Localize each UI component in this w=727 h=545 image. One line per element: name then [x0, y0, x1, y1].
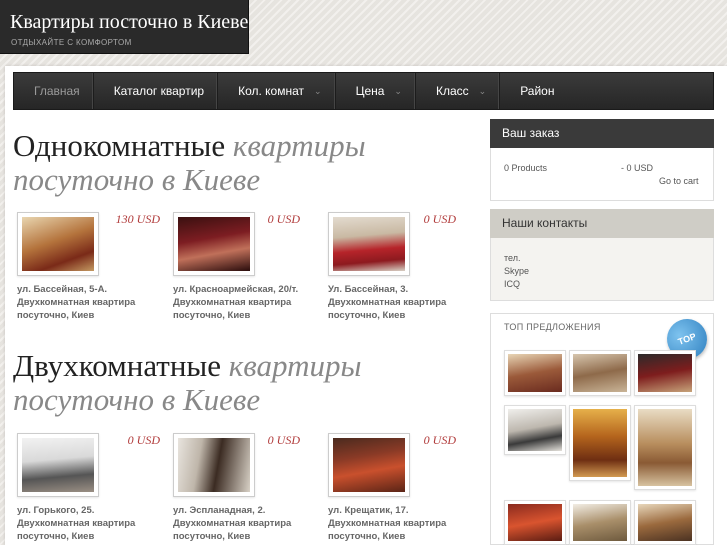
product-title[interactable]: ул. Эспланадная, 2. Двухкомнатная кварти… [173, 504, 323, 543]
chevron-down-icon: ⌄ [314, 85, 322, 96]
top-offer-thumbnail[interactable] [569, 350, 631, 396]
contacts-widget-title: Наши контакты [490, 209, 714, 238]
top-offer-thumbnail[interactable] [634, 405, 696, 490]
heading-plain: Двухкомнатные [13, 348, 222, 383]
nav-label: Главная [34, 84, 80, 98]
chevron-down-icon: ⌄ [478, 85, 487, 96]
product-price: 0 USD [127, 433, 160, 447]
nav-item-price[interactable]: Цена ⌄ [336, 73, 416, 109]
product-thumbnail[interactable] [328, 433, 410, 497]
heading-italic: квартиры [228, 348, 362, 383]
nav-item-home[interactable]: Главная [14, 73, 94, 109]
contact-skype: Skype [504, 266, 530, 276]
product-price: 0 USD [267, 433, 300, 447]
product-title[interactable]: ул. Горького, 25. Двухкомнатная квартира… [17, 504, 167, 543]
contact-icq: ICQ [504, 279, 521, 289]
product-price: 0 USD [423, 212, 456, 226]
heading-italic: квартиры [232, 128, 366, 163]
cart-total: - 0 USD [621, 163, 654, 173]
contact-phone: тел. [504, 253, 521, 263]
product-price: 0 USD [423, 433, 456, 447]
product-title[interactable]: Ул. Бассейная, 3. Двухкомнатная квартира… [328, 283, 478, 322]
main-nav: Главная Каталог квартир Кол. комнат ⌄ Цен… [13, 72, 714, 110]
cart-widget-title: Ваш заказ [490, 119, 714, 148]
top-offer-thumbnail[interactable] [504, 405, 566, 455]
product-thumbnail[interactable] [173, 212, 255, 276]
nav-item-rooms[interactable]: Кол. комнат ⌄ [218, 73, 336, 109]
cart-product-count: 0 Products [504, 163, 548, 173]
top-offer-thumbnail[interactable] [634, 350, 696, 396]
section-heading-two-room[interactable]: Двухкомнатные квартиры посуточно в Киеве [13, 349, 483, 417]
top-offer-thumbnail[interactable] [569, 500, 631, 545]
nav-label: Район [520, 84, 555, 98]
product-thumbnail[interactable] [173, 433, 255, 497]
site-logo[interactable]: Квартиры посточно в Киеве ОТДЫХАЙТЕ С КО… [0, 0, 249, 54]
nav-label: Кол. комнат [238, 84, 305, 98]
nav-item-catalog[interactable]: Каталог квартир [94, 73, 219, 109]
section-heading-one-room[interactable]: Однокомнатные квартиры посуточно в Киеве [13, 129, 483, 197]
go-to-cart-link[interactable]: Go to cart [659, 176, 699, 186]
nav-label: Класс [435, 84, 469, 98]
product-thumbnail[interactable] [17, 212, 99, 276]
top-offer-thumbnail[interactable] [504, 350, 566, 396]
product-title[interactable]: ул. Красноармейская, 20/т. Двухкомнатная… [173, 283, 323, 322]
top-offer-thumbnail[interactable] [504, 500, 566, 545]
heading-plain: Однокомнатные [13, 128, 226, 163]
product-title[interactable]: ул. Бассейная, 5-А. Двухкомнатная кварти… [17, 283, 167, 322]
product-price: 0 USD [267, 212, 300, 226]
product-title[interactable]: ул. Крещатик, 17. Двухкомнатная квартира… [328, 504, 478, 543]
top-offers-title: ТОП ПРЕДЛОЖЕНИЯ [504, 322, 601, 332]
product-price: 130 USD [115, 212, 160, 226]
chevron-down-icon: ⌄ [394, 85, 402, 96]
site-tagline: ОТДЫХАЙТЕ С КОМФОРТОМ [11, 38, 132, 47]
heading-italic: посуточно в Киеве [13, 382, 261, 417]
top-offer-thumbnail[interactable] [569, 405, 631, 481]
nav-item-class[interactable]: Класс ⌄ [416, 73, 501, 109]
nav-label: Каталог квартир [113, 84, 205, 98]
nav-label: Цена [355, 84, 385, 98]
cart-widget [490, 148, 714, 201]
site-title[interactable]: Квартиры посточно в Киеве [10, 11, 248, 34]
product-thumbnail[interactable] [328, 212, 410, 276]
heading-italic: посуточно в Киеве [13, 162, 261, 197]
top-offer-thumbnail[interactable] [634, 500, 696, 545]
nav-item-district[interactable]: Район [500, 73, 567, 109]
product-thumbnail[interactable] [17, 433, 99, 497]
